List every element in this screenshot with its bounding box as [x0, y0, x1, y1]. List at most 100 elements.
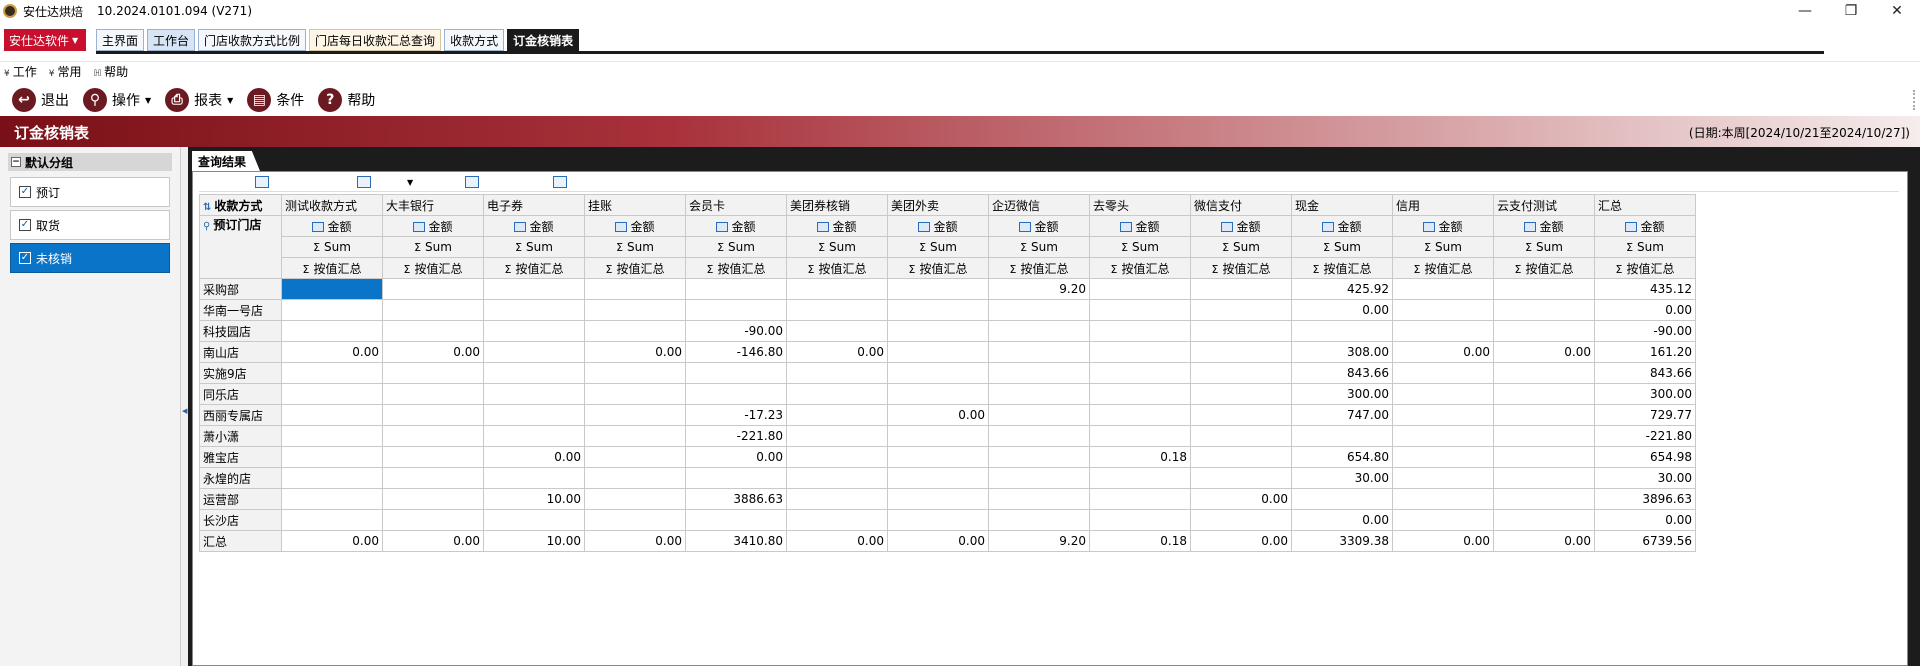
table-cell[interactable]: [887, 341, 989, 363]
table-cell[interactable]: 0.00: [483, 446, 585, 468]
table-cell[interactable]: [584, 488, 686, 510]
table-cell[interactable]: [685, 467, 787, 489]
toolbar-grip[interactable]: [1913, 90, 1916, 110]
table-cell[interactable]: [887, 362, 989, 384]
table-cell[interactable]: [483, 467, 585, 489]
table-cell[interactable]: 0.00: [382, 341, 484, 363]
table-cell[interactable]: [382, 446, 484, 468]
measure-header[interactable]: 金额: [1392, 215, 1494, 237]
table-cell[interactable]: 300.00: [1291, 383, 1393, 405]
group-header[interactable]: − 默认分组: [8, 153, 172, 171]
table-cell[interactable]: [281, 425, 383, 447]
menu-help[interactable]: ℍ 帮助: [94, 63, 129, 80]
table-row[interactable]: 采购部 9.20 425.92 435.12: [199, 278, 1696, 300]
table-cell[interactable]: 6739.56: [1594, 530, 1696, 552]
measure-header[interactable]: 金额: [483, 215, 585, 237]
total-header[interactable]: Σ 按值汇总: [1089, 257, 1191, 279]
table-cell[interactable]: [382, 383, 484, 405]
sum-header[interactable]: Σ Sum: [1392, 236, 1494, 258]
table-cell[interactable]: [786, 467, 888, 489]
table-cell[interactable]: [988, 446, 1090, 468]
table-cell[interactable]: [584, 425, 686, 447]
refresh-icon[interactable]: [255, 176, 269, 188]
table-cell[interactable]: [382, 425, 484, 447]
row-header[interactable]: 华南一号店: [199, 299, 282, 321]
filter-item-reserve[interactable]: ✓ 预订: [10, 177, 170, 207]
table-cell[interactable]: [988, 383, 1090, 405]
table-cell[interactable]: [1089, 404, 1191, 426]
table-cell[interactable]: 161.20: [1594, 341, 1696, 363]
table-cell[interactable]: [685, 383, 787, 405]
table-cell[interactable]: 435.12: [1594, 278, 1696, 300]
table-cell[interactable]: [1493, 467, 1595, 489]
row-header[interactable]: 采购部: [199, 278, 282, 300]
table-cell[interactable]: [584, 467, 686, 489]
table-cell[interactable]: [1089, 320, 1191, 342]
table-cell[interactable]: 308.00: [1291, 341, 1393, 363]
table-cell[interactable]: [1089, 467, 1191, 489]
report-button[interactable]: ⎙ 报表 ▼: [165, 88, 233, 112]
measure-header[interactable]: 金额: [988, 215, 1090, 237]
table-cell[interactable]: 0.00: [1493, 341, 1595, 363]
table-cell[interactable]: 0.00: [1190, 530, 1292, 552]
row-header[interactable]: 西丽专属店: [199, 404, 282, 426]
table-cell[interactable]: [584, 509, 686, 531]
table-cell[interactable]: [786, 278, 888, 300]
sum-header[interactable]: Σ Sum: [685, 236, 787, 258]
column-field-header[interactable]: ⇅ 收款方式: [199, 194, 282, 216]
table-cell[interactable]: [988, 320, 1090, 342]
table-cell[interactable]: 0.00: [786, 341, 888, 363]
table-cell[interactable]: [483, 509, 585, 531]
total-header[interactable]: Σ 按值汇总: [1392, 257, 1494, 279]
checkbox-checked-icon[interactable]: ✓: [19, 186, 31, 198]
table-cell[interactable]: [483, 341, 585, 363]
table-cell[interactable]: [483, 425, 585, 447]
sum-header[interactable]: Σ Sum: [786, 236, 888, 258]
measure-header[interactable]: 金额: [887, 215, 989, 237]
total-header[interactable]: Σ 按值汇总: [1190, 257, 1292, 279]
table-cell[interactable]: 0.00: [786, 530, 888, 552]
sum-header[interactable]: Σ Sum: [988, 236, 1090, 258]
table-cell[interactable]: 0.18: [1089, 530, 1191, 552]
table-cell[interactable]: 0.00: [281, 341, 383, 363]
table-cell[interactable]: [685, 278, 787, 300]
table-cell[interactable]: [786, 404, 888, 426]
table-cell[interactable]: [887, 446, 989, 468]
row-header[interactable]: 实施9店: [199, 362, 282, 384]
total-header[interactable]: Σ 按值汇总: [786, 257, 888, 279]
table-cell[interactable]: [382, 320, 484, 342]
table-cell[interactable]: 9.20: [988, 530, 1090, 552]
sum-header[interactable]: Σ Sum: [281, 236, 383, 258]
column-header[interactable]: 云支付测试: [1493, 194, 1595, 216]
total-header[interactable]: Σ 按值汇总: [1291, 257, 1393, 279]
sum-header[interactable]: Σ Sum: [1190, 236, 1292, 258]
measure-header[interactable]: 金额: [281, 215, 383, 237]
table-cell[interactable]: [1392, 362, 1494, 384]
column-header[interactable]: 电子券: [483, 194, 585, 216]
table-cell[interactable]: 843.66: [1594, 362, 1696, 384]
table-cell[interactable]: [1291, 425, 1393, 447]
table-cell[interactable]: 0.00: [1392, 530, 1494, 552]
table-cell[interactable]: 3886.63: [685, 488, 787, 510]
table-cell[interactable]: 0.00: [887, 404, 989, 426]
table-cell[interactable]: [1190, 509, 1292, 531]
total-header[interactable]: Σ 按值汇总: [1594, 257, 1696, 279]
checkbox-checked-icon[interactable]: ✓: [19, 252, 31, 264]
table-cell[interactable]: [1493, 320, 1595, 342]
table-row[interactable]: 雅宝店 0.00 0.00 0.18 654.80 654.98: [199, 446, 1696, 468]
table-cell[interactable]: [1190, 299, 1292, 321]
table-cell[interactable]: [1089, 383, 1191, 405]
total-header[interactable]: Σ 按值汇总: [685, 257, 787, 279]
table-cell[interactable]: -221.80: [1594, 425, 1696, 447]
table-cell[interactable]: [1493, 425, 1595, 447]
measure-header[interactable]: 金额: [382, 215, 484, 237]
total-header[interactable]: Σ 按值汇总: [988, 257, 1090, 279]
table-row[interactable]: 萧小潇 -221.80 -221.80: [199, 425, 1696, 447]
column-header[interactable]: 美团外卖: [887, 194, 989, 216]
table-cell[interactable]: [1493, 404, 1595, 426]
table-cell[interactable]: 843.66: [1291, 362, 1393, 384]
column-header[interactable]: 企迈微信: [988, 194, 1090, 216]
table-cell[interactable]: 0.00: [1594, 509, 1696, 531]
table-cell[interactable]: [584, 383, 686, 405]
sum-header[interactable]: Σ Sum: [1291, 236, 1393, 258]
